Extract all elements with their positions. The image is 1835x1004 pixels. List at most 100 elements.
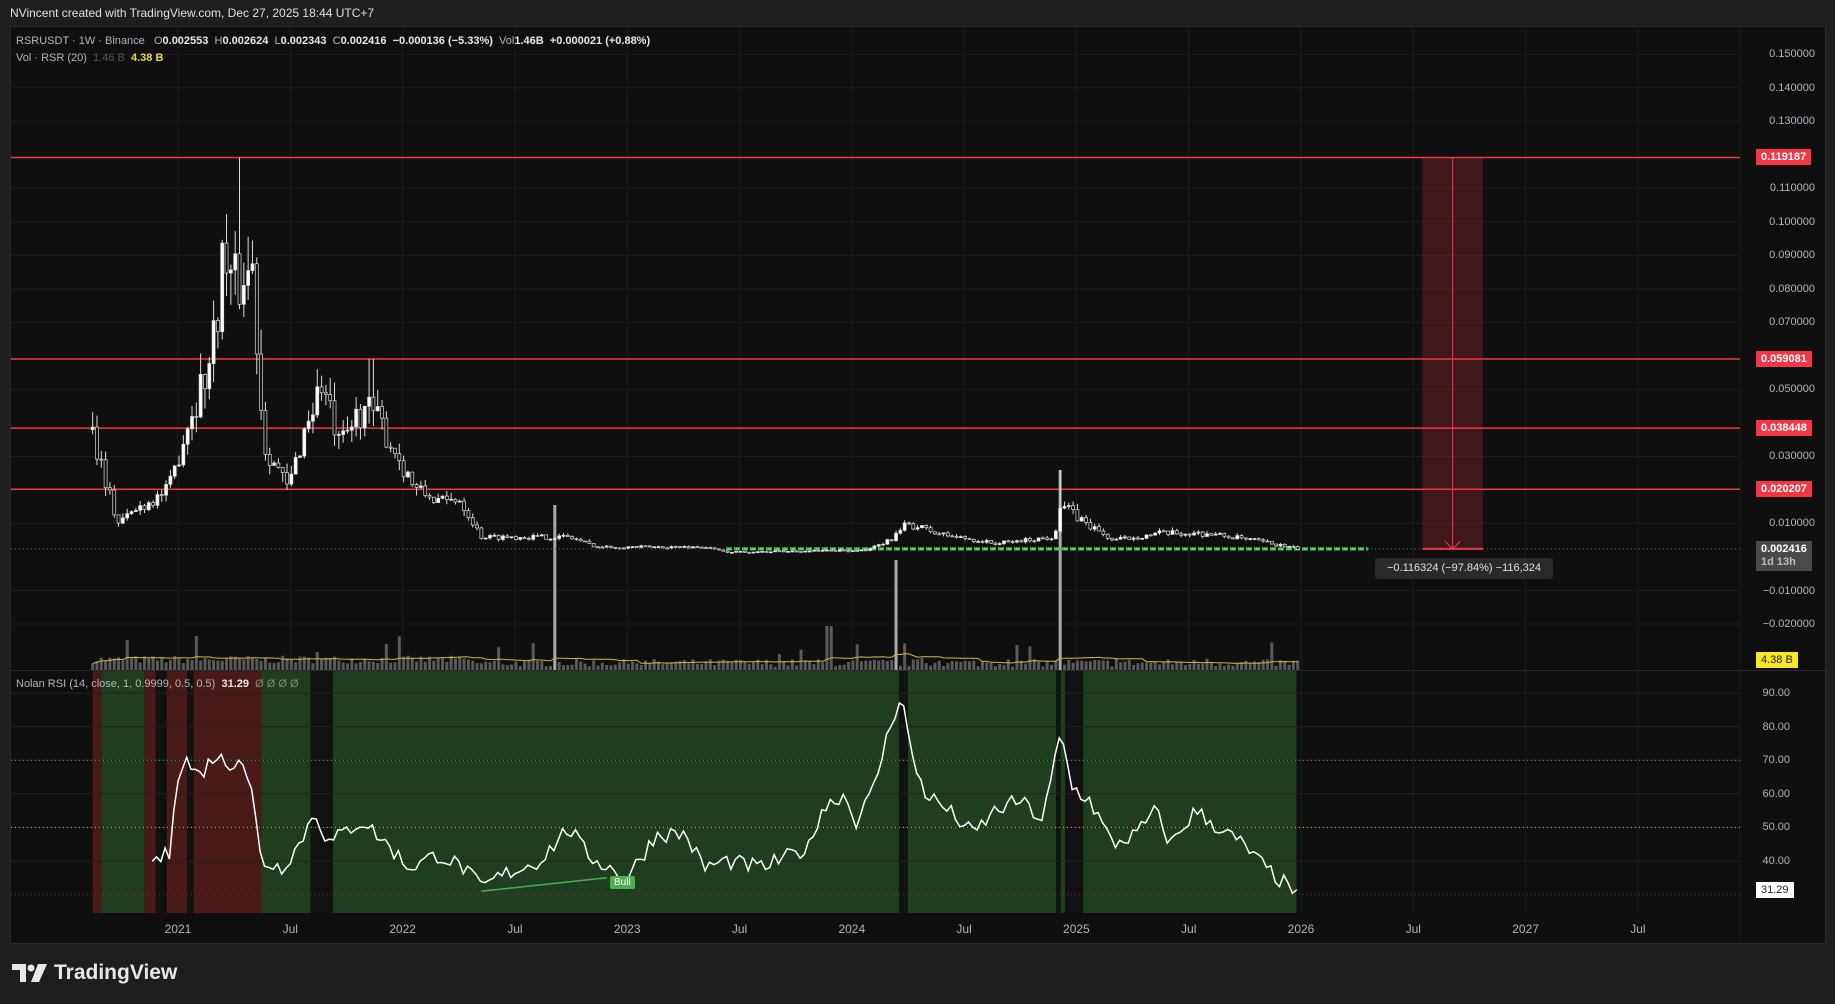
volume-bar: [808, 660, 812, 670]
candle-body: [980, 541, 985, 543]
candle-body: [302, 428, 307, 457]
level-price-tag[interactable]: 0.020207: [1756, 481, 1812, 498]
candle-body: [924, 525, 929, 529]
candle-body: [833, 549, 838, 552]
chart-canvas[interactable]: [0, 0, 1835, 1004]
candle-body: [203, 374, 207, 390]
close-value: 0.002416: [340, 35, 387, 47]
candle-body: [211, 320, 216, 364]
candle-body: [1053, 530, 1058, 540]
candle-body: [786, 550, 790, 553]
candle-body: [950, 535, 955, 538]
time-axis-label: 2027: [1512, 922, 1539, 936]
volume-bar: [415, 661, 419, 670]
candle-body: [164, 484, 168, 496]
price-axis-label: 0.110000: [1769, 182, 1815, 195]
volume-bar: [1248, 662, 1252, 670]
candle-body: [121, 517, 125, 524]
volume-bar: [760, 664, 764, 670]
candle-body: [198, 374, 203, 418]
candle-body: [233, 253, 238, 271]
candle-body: [470, 517, 475, 526]
time-axis-label: 2023: [613, 922, 641, 936]
candle-body: [993, 542, 998, 545]
volume-bar: [924, 663, 928, 670]
volume-bar: [600, 662, 604, 670]
candle-body: [747, 551, 752, 554]
volume-bar: [1166, 659, 1170, 670]
candle-body: [587, 540, 592, 544]
rsi-indicator-label[interactable]: Nolan RSI (14, close, 1, 0.9999, 0.5, 0.…: [16, 678, 215, 690]
rsi-axis-label: 60.00: [1762, 787, 1790, 800]
volume-bar: [1149, 662, 1153, 670]
candle-body: [1075, 509, 1080, 522]
volume-bar: [903, 643, 907, 670]
volume-bar: [108, 657, 112, 670]
rsi-extras: Ø Ø Ø Ø: [255, 678, 299, 690]
rsi-region-green: [1083, 671, 1297, 913]
candle-body: [155, 494, 160, 506]
volume-bar: [458, 656, 462, 670]
candle-body: [820, 549, 825, 552]
time-axis-label: Jul: [507, 922, 523, 936]
volume-bar: [1270, 642, 1274, 670]
volume-bar: [942, 665, 946, 670]
volume-bar: [980, 661, 984, 670]
volume-bar: [1265, 659, 1269, 670]
price-axis-label: 0.100000: [1769, 215, 1815, 228]
volume-bar: [155, 660, 159, 670]
change2-value: +0.000021 (+0.88%): [549, 35, 651, 47]
candle-body: [177, 464, 181, 467]
volume-bar: [1028, 646, 1032, 670]
candle-body: [617, 547, 622, 550]
volume-bar: [613, 664, 617, 670]
candle-body: [699, 546, 704, 549]
volume-bar: [294, 662, 298, 670]
candle-body: [501, 535, 505, 540]
volume-bar: [1179, 662, 1183, 670]
symbol-label[interactable]: RSRUSDT · 1W · Binance: [16, 35, 145, 47]
volume-bar: [579, 661, 583, 670]
candle-body: [829, 549, 834, 552]
candle-body: [751, 551, 756, 554]
volume-bar: [238, 658, 242, 670]
volume-bar: [963, 660, 967, 670]
bar-countdown: 1d 13h: [1761, 555, 1796, 568]
candle-body: [889, 539, 894, 542]
candle-body: [518, 537, 523, 540]
candle-body: [380, 406, 384, 419]
volume-bar: [695, 663, 699, 670]
tradingview-logo[interactable]: TradingView: [12, 961, 177, 985]
volume-bar: [1227, 664, 1231, 670]
candle-body: [773, 550, 777, 553]
candle-body: [272, 462, 276, 466]
candle-body: [850, 550, 855, 552]
level-price-tag[interactable]: 0.119187: [1756, 149, 1812, 166]
candle-body: [1010, 541, 1015, 543]
volume-bar: [190, 660, 194, 670]
candle-body: [552, 538, 557, 540]
candle-body: [479, 527, 484, 540]
candle-body: [1131, 537, 1136, 540]
volume-bar: [989, 662, 993, 670]
volume-bar: [648, 663, 652, 670]
candle-body: [125, 513, 130, 519]
volume-bar: [104, 660, 108, 670]
candle-body: [475, 524, 479, 529]
volume-bar: [574, 659, 578, 670]
candle-body: [414, 484, 419, 488]
volume-bar: [298, 656, 302, 670]
last-price-tag: 0.002416 1d 13h: [1756, 540, 1812, 571]
candle-body: [665, 547, 669, 550]
volume-bar: [993, 666, 997, 670]
candle-body: [1183, 533, 1188, 536]
candle-body: [332, 400, 337, 436]
volume-bar: [933, 662, 937, 670]
volume-indicator-label[interactable]: Vol · RSR (20): [16, 52, 87, 64]
volume-bar: [812, 664, 816, 670]
volume-bar: [91, 663, 95, 670]
level-price-tag[interactable]: 0.059081: [1756, 350, 1812, 367]
candle-body: [423, 485, 428, 496]
level-price-tag[interactable]: 0.038448: [1756, 420, 1812, 437]
volume-bar: [635, 663, 639, 670]
